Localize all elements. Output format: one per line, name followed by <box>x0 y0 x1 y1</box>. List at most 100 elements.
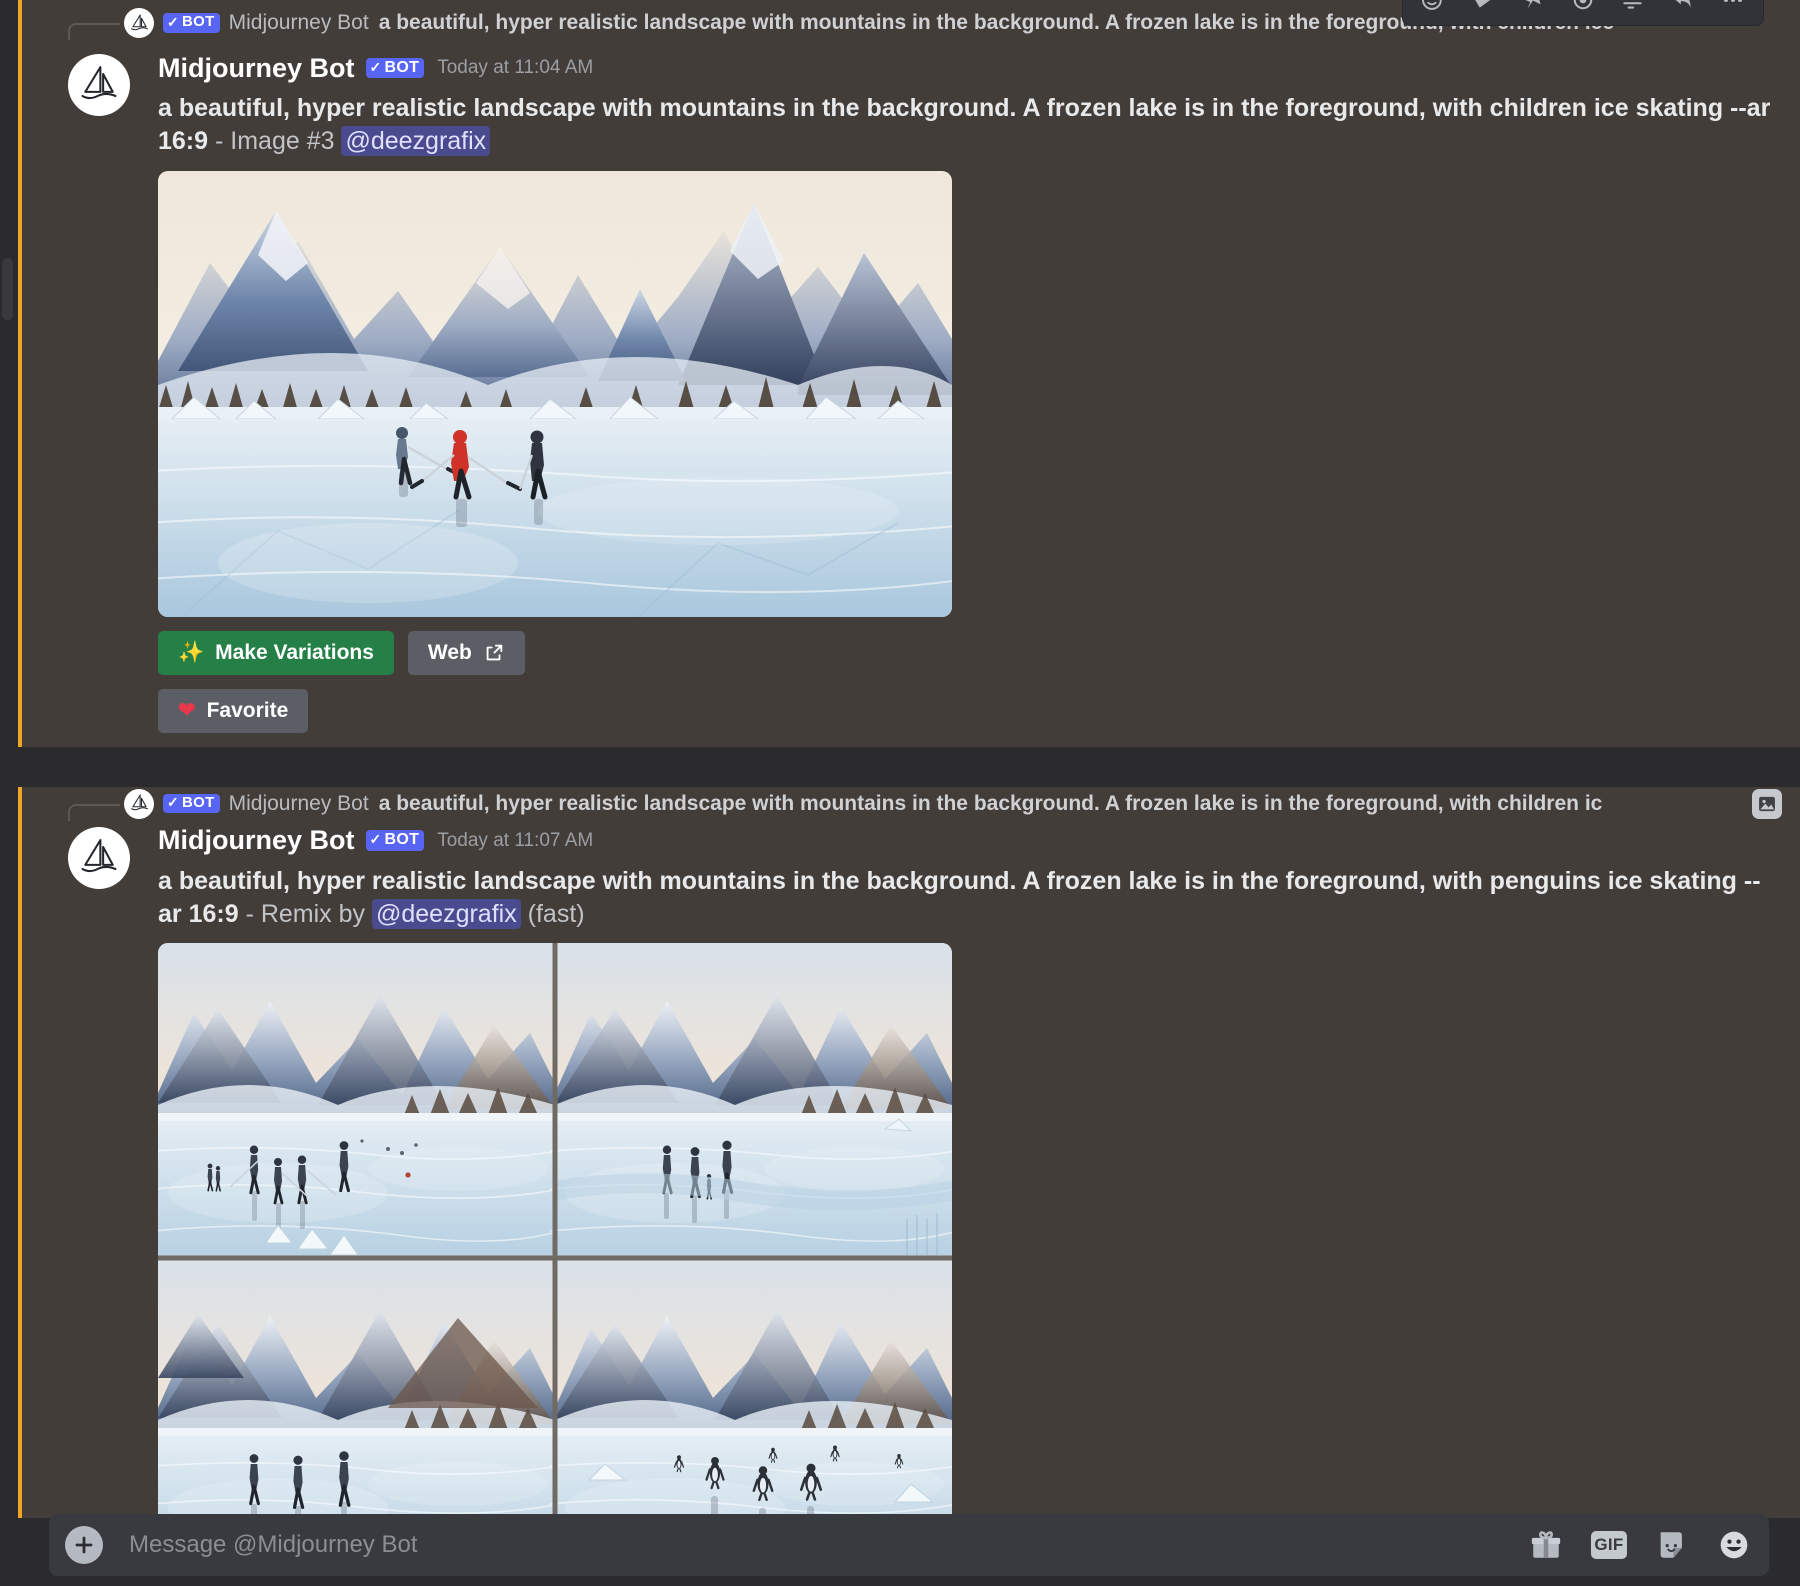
message-2-attachment[interactable] <box>158 943 1782 1518</box>
more-options-button[interactable] <box>1709 0 1757 21</box>
reply-bot-badge: ✓ BOT <box>163 13 220 33</box>
web-button[interactable]: Web <box>407 630 525 675</box>
message-2-body: Midjourney Bot ✓ BOT Today at 11:07 AM a… <box>22 821 1800 1518</box>
reply-bot-badge-label: BOT <box>182 793 215 811</box>
user-mention[interactable]: @deezgrafix <box>371 898 521 929</box>
scrollbar-thumb[interactable] <box>2 258 13 320</box>
mark-unread-icon <box>1573 0 1593 10</box>
super-reaction-button[interactable] <box>1459 0 1507 21</box>
reply-spine <box>68 23 120 40</box>
external-link-icon <box>486 644 503 660</box>
create-thread-button[interactable] <box>1609 0 1657 21</box>
message-1-attachment[interactable] <box>158 170 1782 617</box>
midjourney-sailboat-icon <box>81 66 117 100</box>
reply-preview-2[interactable]: ✓ BOT Midjourney Bot a beautiful, hyper … <box>22 787 1800 821</box>
generated-image-grid[interactable] <box>158 943 952 1518</box>
sticker-icon <box>1660 1532 1682 1558</box>
gift-button[interactable] <box>1529 1528 1563 1562</box>
plus-icon <box>75 1536 93 1554</box>
mark-unread-button[interactable] <box>1559 0 1607 21</box>
message-group-1-reply-clip: ✓ BOT Midjourney Bot a beautiful, hyper … <box>18 0 1800 48</box>
generated-image-single[interactable] <box>158 170 952 617</box>
reply-bot-badge-label: BOT <box>182 13 215 31</box>
message-group-divider <box>18 746 1800 779</box>
reply-avatar <box>124 8 154 38</box>
message-group-1: Midjourney Bot ✓ BOT Today at 11:04 AM a… <box>18 48 1800 747</box>
message-1-components-row-1: ✨ Make Variations Web <box>158 630 1782 675</box>
message-timestamp: Today at 11:04 AM <box>437 57 594 78</box>
verified-check-icon: ✓ <box>369 831 382 848</box>
message-2-content: a beautiful, hyper realistic landscape w… <box>158 865 1782 932</box>
bot-badge: ✓ BOT <box>365 57 425 79</box>
prompt-suffix: - Image #3 <box>208 127 342 156</box>
message-2-author-line: Midjourney Bot ✓ BOT Today at 11:07 AM <box>158 823 1782 859</box>
reply-spine <box>68 803 120 821</box>
upload-attachment-button[interactable] <box>65 1526 103 1564</box>
grid-cell-1 <box>158 943 561 1259</box>
reply-author-name[interactable]: Midjourney Bot <box>229 11 369 35</box>
user-mention[interactable]: @deezgrafix <box>341 126 491 157</box>
gift-icon <box>1531 1531 1561 1558</box>
pin-icon <box>1525 0 1541 9</box>
add-reaction-button[interactable] <box>1409 0 1457 21</box>
reply-icon <box>1675 0 1691 8</box>
message-timestamp: Today at 11:07 AM <box>437 829 594 851</box>
message-1-body: Midjourney Bot ✓ BOT Today at 11:04 AM a… <box>22 48 1800 747</box>
heart-icon: ❤ <box>178 699 196 722</box>
message-1-content: a beautiful, hyper realistic landscape w… <box>158 92 1782 159</box>
author-name[interactable]: Midjourney Bot <box>158 825 355 856</box>
reply-button[interactable] <box>1659 0 1707 21</box>
message-group-2: ✓ BOT Midjourney Bot a beautiful, hyper … <box>18 786 1800 1518</box>
avatar[interactable] <box>68 826 130 889</box>
super-reaction-icon <box>1475 0 1491 8</box>
grid-cell-3 <box>158 1257 561 1518</box>
verified-check-icon: ✓ <box>167 13 180 30</box>
gif-button[interactable]: GIF <box>1591 1531 1627 1559</box>
image-attachment-icon <box>1759 796 1775 811</box>
message-hover-toolbar[interactable] <box>1402 0 1764 26</box>
verified-check-icon: ✓ <box>369 58 382 75</box>
gif-label: GIF <box>1591 1531 1627 1559</box>
make-variations-button[interactable]: ✨ Make Variations <box>158 630 394 675</box>
sticker-button[interactable] <box>1655 1528 1689 1562</box>
prompt-main: a beautiful, hyper realistic landscape w… <box>158 94 1739 122</box>
magic-wand-icon: ✨ <box>178 641 205 664</box>
emoji-icon <box>1720 1531 1748 1559</box>
reply-attachment-thumb[interactable] <box>1752 788 1782 819</box>
grid-cell-4 <box>549 1257 952 1518</box>
message-list[interactable]: ✓ BOT Midjourney Bot a beautiful, hyper … <box>18 0 1800 1518</box>
midjourney-sailboat-icon <box>130 13 148 30</box>
emoji-button[interactable] <box>1717 1528 1751 1562</box>
message-1-components-row-2: ❤ Favorite <box>158 688 1782 733</box>
pin-message-button[interactable] <box>1509 0 1557 21</box>
bot-badge-label: BOT <box>384 58 420 76</box>
composer-icon-group: GIF <box>1529 1528 1751 1562</box>
reply-bot-badge: ✓ BOT <box>163 793 220 814</box>
bot-badge-label: BOT <box>384 831 420 849</box>
more-icon <box>1723 0 1743 3</box>
discord-channel-view: ✓ BOT Midjourney Bot a beautiful, hyper … <box>0 0 1800 1586</box>
message-1-author-line: Midjourney Bot ✓ BOT Today at 11:04 AM <box>158 50 1782 86</box>
prompt-suffix: - Remix by <box>238 899 372 928</box>
add-reaction-icon <box>1422 0 1442 10</box>
message-input[interactable] <box>103 1531 1529 1559</box>
midjourney-sailboat-icon <box>130 794 148 811</box>
prompt-main: a beautiful, hyper realistic landscape w… <box>158 866 1744 895</box>
message-composer[interactable]: GIF <box>49 1514 1769 1576</box>
thread-icon <box>1623 2 1642 9</box>
composer-bar: GIF <box>18 1514 1800 1586</box>
bot-badge: ✓ BOT <box>365 830 425 851</box>
grid-cell-2 <box>549 943 952 1259</box>
author-name[interactable]: Midjourney Bot <box>158 53 355 84</box>
favorite-button[interactable]: ❤ Favorite <box>158 688 309 733</box>
midjourney-sailboat-icon <box>81 838 117 872</box>
web-label: Web <box>427 640 472 664</box>
prompt-tail: (fast) <box>520 899 585 928</box>
verified-check-icon: ✓ <box>167 794 180 811</box>
reply-author-name[interactable]: Midjourney Bot <box>229 792 369 816</box>
avatar[interactable] <box>68 54 130 116</box>
favorite-label: Favorite <box>206 698 289 722</box>
make-variations-label: Make Variations <box>215 640 374 664</box>
reply-snippet-text[interactable]: a beautiful, hyper realistic landscape w… <box>379 792 1742 816</box>
channel-scroll-rail <box>0 0 18 1586</box>
